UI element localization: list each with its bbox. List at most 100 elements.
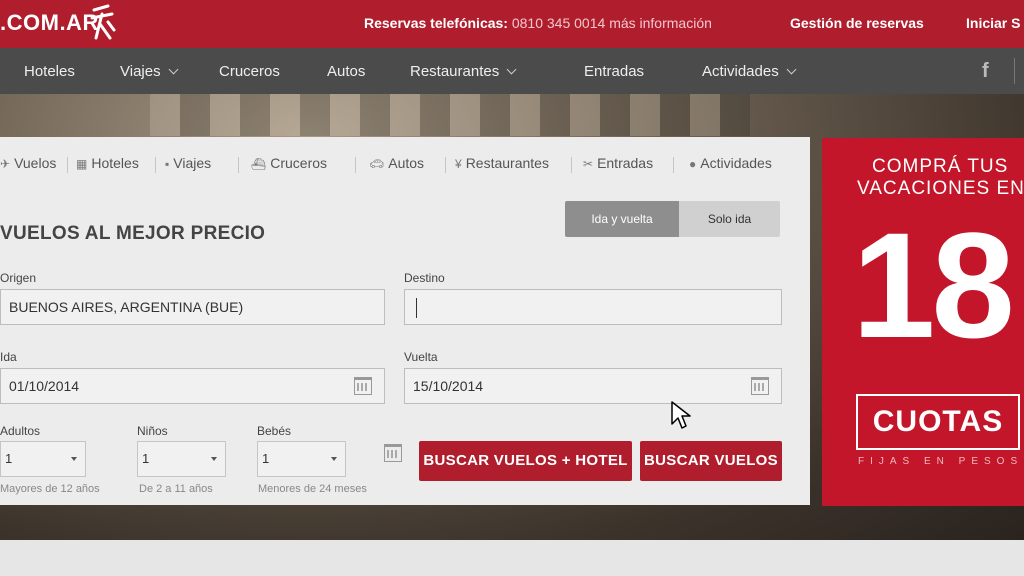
- tab-autos[interactable]: 🚗︎ Autos: [369, 155, 424, 171]
- nav-item-cruceros[interactable]: Cruceros: [219, 63, 280, 80]
- calendar-icon[interactable]: [354, 377, 372, 395]
- children-label: Niños: [137, 424, 168, 438]
- return-date-value: 15/10/2014: [413, 378, 484, 394]
- round-trip-option[interactable]: Ida y vuelta: [565, 201, 679, 237]
- main-nav: Hoteles Viajes Cruceros Autos Restaurant…: [0, 48, 1024, 94]
- nav-item-viajes[interactable]: Viajes: [120, 63, 179, 80]
- nav-item-label: Hoteles: [24, 63, 75, 80]
- phone-number[interactable]: 0810 345 0014: [512, 15, 605, 31]
- tab-hoteles[interactable]: ▦ Hoteles: [76, 155, 139, 171]
- adults-hint: Mayores de 12 años: [0, 483, 100, 495]
- promo-banner[interactable]: COMPRÁ TUS VACACIONES EN 18 CUOTAS FIJAS…: [822, 138, 1024, 506]
- manage-bookings-link[interactable]: Gestión de reservas: [790, 15, 924, 31]
- nav-item-label: Entradas: [584, 63, 645, 80]
- infants-value: 1: [262, 451, 270, 466]
- tab-label: Cruceros: [270, 155, 328, 171]
- chevron-down-icon: [168, 64, 179, 75]
- phone-info: Reservas telefónicas: 0810 345 0014 más …: [364, 15, 712, 31]
- infants-select[interactable]: 1: [257, 441, 346, 477]
- calendar-icon[interactable]: [751, 377, 769, 395]
- tab-cruceros[interactable]: ⛴ Cruceros: [251, 155, 327, 171]
- hotel-icon: ▦: [76, 157, 88, 171]
- tab-label: Autos: [388, 155, 425, 171]
- mouse-cursor-icon: [671, 401, 691, 429]
- fork-knife-icon: ¥: [455, 157, 462, 171]
- destination-input[interactable]: [404, 289, 782, 325]
- tab-vuelos[interactable]: ✈ Vuelos: [0, 155, 56, 171]
- page-title: VUELOS AL MEJOR PRECIO: [0, 223, 266, 244]
- tab-viajes[interactable]: ▪ Viajes: [165, 155, 211, 171]
- nav-item-label: Viajes: [120, 63, 161, 80]
- brand-logo-icon[interactable]: [88, 4, 116, 42]
- children-select[interactable]: 1: [137, 441, 226, 477]
- car-icon: 🚗︎: [369, 157, 385, 171]
- search-flights-button[interactable]: BUSCAR VUELOS: [640, 441, 782, 481]
- plane-icon: ✈: [0, 157, 11, 171]
- top-bar: .COM.AR Reservas telefónicas: 0810 345 0…: [0, 0, 1024, 48]
- dropdown-arrow-icon: [71, 457, 77, 461]
- hero-ornament: [150, 94, 750, 136]
- tab-entradas[interactable]: ✂ Entradas: [583, 155, 653, 171]
- promo-line-1: COMPRÁ TUS: [872, 156, 1009, 177]
- tab-label: Actividades: [700, 155, 772, 171]
- return-date-input[interactable]: 15/10/2014: [404, 368, 782, 404]
- product-tabs: ✈ Vuelos ▦ Hoteles ▪ Viajes ⛴ Cruceros 🚗︎ Aut…: [0, 155, 810, 175]
- nav-item-label: Actividades: [702, 63, 779, 80]
- promo-line-2: VACACIONES EN: [857, 178, 1024, 199]
- tab-divider: [673, 157, 674, 173]
- tab-divider: [155, 157, 156, 173]
- nav-item-hoteles[interactable]: Hoteles: [24, 63, 75, 80]
- tab-label: Entradas: [597, 155, 654, 171]
- calendar-icon[interactable]: [384, 444, 402, 462]
- depart-date-value: 01/10/2014: [9, 378, 80, 394]
- ship-icon: ⛴: [251, 157, 267, 171]
- nav-item-actividades[interactable]: Actividades: [702, 63, 797, 80]
- nav-divider: [1014, 58, 1015, 84]
- children-value: 1: [142, 451, 150, 466]
- tab-restaurantes[interactable]: ¥ Restaurantes: [455, 155, 549, 171]
- search-flights-hotel-button[interactable]: BUSCAR VUELOS + HOTEL: [419, 441, 632, 481]
- promo-installments-number: 18: [852, 201, 1015, 369]
- text-caret: [416, 298, 417, 318]
- return-label: Vuelta: [404, 350, 438, 364]
- one-way-option[interactable]: Solo ida: [679, 201, 780, 237]
- tab-actividades[interactable]: ● Actividades: [689, 155, 772, 171]
- tab-divider: [67, 157, 68, 173]
- tab-label: Vuelos: [14, 155, 57, 171]
- trip-type-toggle: Ida y vuelta Solo ida: [565, 201, 780, 237]
- tab-divider: [571, 157, 572, 173]
- suitcase-icon: ▪: [165, 157, 170, 171]
- destination-label: Destino: [404, 271, 445, 285]
- tab-label: Hoteles: [91, 155, 139, 171]
- adults-select[interactable]: 1: [0, 441, 86, 477]
- promo-cuotas-box: CUOTAS: [856, 394, 1020, 450]
- chevron-down-icon: [786, 64, 797, 75]
- login-link[interactable]: Iniciar S: [966, 15, 1020, 31]
- adults-value: 1: [5, 451, 13, 466]
- children-hint: De 2 a 11 años: [139, 483, 213, 495]
- facebook-icon[interactable]: f: [982, 60, 989, 83]
- origin-input[interactable]: BUENOS AIRES, ARGENTINA (BUE): [0, 289, 385, 325]
- tab-divider: [355, 157, 356, 173]
- flight-search-panel: ✈ Vuelos ▦ Hoteles ▪ Viajes ⛴ Cruceros 🚗︎ Aut…: [0, 137, 810, 505]
- origin-label: Origen: [0, 271, 37, 285]
- nav-item-label: Autos: [327, 63, 366, 80]
- tab-divider: [238, 157, 239, 173]
- dropdown-arrow-icon: [211, 457, 217, 461]
- nav-item-label: Cruceros: [219, 63, 280, 80]
- infants-label: Bebés: [257, 424, 292, 438]
- nav-item-entradas[interactable]: Entradas: [584, 63, 644, 80]
- dropdown-arrow-icon: [331, 457, 337, 461]
- depart-date-input[interactable]: 01/10/2014: [0, 368, 385, 404]
- adults-label: Adultos: [0, 424, 41, 438]
- pin-icon: ●: [689, 157, 697, 171]
- brand-logo-text[interactable]: .COM.AR: [0, 10, 99, 36]
- ticket-icon: ✂: [583, 157, 594, 171]
- nav-item-autos[interactable]: Autos: [327, 63, 365, 80]
- promo-line-3: FIJAS EN PESOS: [858, 456, 1024, 467]
- nav-item-label: Restaurantes: [410, 63, 500, 80]
- nav-item-restaurantes[interactable]: Restaurantes: [410, 63, 517, 80]
- tab-divider: [445, 157, 446, 173]
- more-info-link[interactable]: más información: [609, 15, 712, 31]
- chevron-down-icon: [506, 64, 517, 75]
